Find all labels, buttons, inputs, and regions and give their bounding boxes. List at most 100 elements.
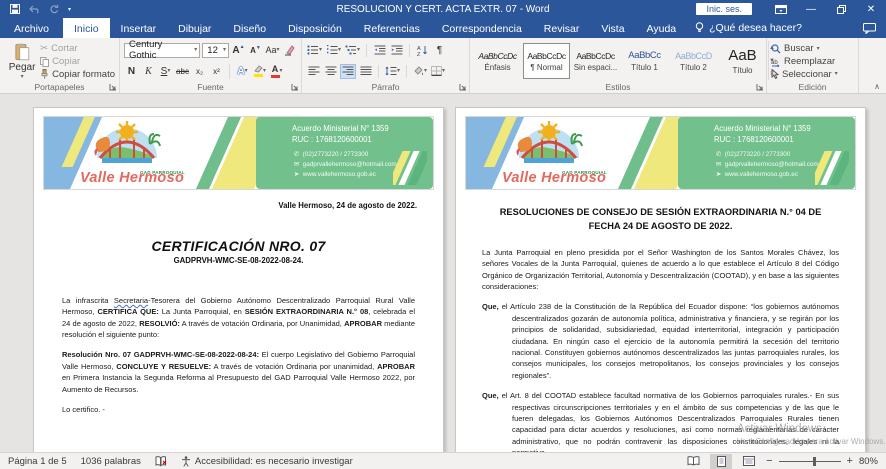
proofing-errors-icon[interactable] <box>155 456 167 467</box>
align-left-button[interactable] <box>306 64 321 79</box>
underline-button[interactable]: S▾ <box>158 64 173 79</box>
superscript-button[interactable]: x² <box>209 64 224 79</box>
multilevel-list-button[interactable]: ▾ <box>344 43 361 58</box>
portapapeles-label: Portapapeles <box>0 82 119 92</box>
minimize-button[interactable]: — <box>796 0 826 18</box>
highlight-color-button[interactable]: ▾ <box>252 64 267 79</box>
page-1[interactable]: Acuerdo Ministerial N° 1359 RUC : 176812… <box>33 107 444 452</box>
tab-referencias[interactable]: Referencias <box>353 18 431 38</box>
subscript-button[interactable]: x₂ <box>192 64 207 79</box>
resolutions-title: RESOLUCIONES DE CONSEJO DE SESIÓN EXTRAO… <box>490 206 831 234</box>
bold-button[interactable]: N <box>124 64 139 79</box>
tab-archivo[interactable]: Archivo <box>0 18 63 38</box>
redo-icon[interactable] <box>49 4 59 14</box>
tab-diseno[interactable]: Diseño <box>222 18 277 38</box>
gad-logo: Valle Hermoso GAD PARROQUIAL <box>500 118 626 190</box>
bullets-button[interactable]: ▾ <box>306 43 323 58</box>
customize-qat-icon[interactable]: ▾ <box>68 6 71 13</box>
numbering-button[interactable]: ▾ <box>325 43 342 58</box>
comments-icon[interactable] <box>863 18 886 38</box>
title-bar: ▾ RESOLUCION Y CERT. ACTA EXTR. 07 - Wor… <box>0 0 886 18</box>
justify-button[interactable] <box>358 64 373 79</box>
zoom-in-button[interactable]: + <box>847 455 853 467</box>
accessibility-status[interactable]: Accesibilidad: es necesario investigar <box>181 456 353 467</box>
style-titulo[interactable]: AaB Título <box>719 43 766 79</box>
style-enfasis[interactable]: AaBbCcDc Énfasis <box>474 43 521 79</box>
line-spacing-button[interactable]: ▾ <box>384 64 401 79</box>
zoom-out-button[interactable]: − <box>766 455 772 467</box>
style-titulo-2[interactable]: AaBbCcD Título 2 <box>670 43 717 79</box>
copy-button[interactable]: Copiar <box>40 56 115 68</box>
sort-button[interactable]: AZ <box>415 43 430 58</box>
tell-me-box[interactable]: ¿Qué desea hacer? <box>687 18 810 38</box>
italic-button[interactable]: K <box>141 64 156 79</box>
tab-revisar[interactable]: Revisar <box>533 18 591 38</box>
increase-indent-button[interactable] <box>389 43 404 58</box>
align-center-button[interactable] <box>323 64 338 79</box>
page2-body: La Junta Parroquial en pleno presidida p… <box>482 247 839 452</box>
date-line: Valle Hermoso, 24 de agosto de 2022. <box>60 200 417 212</box>
decrease-indent-button[interactable] <box>372 43 387 58</box>
find-button[interactable]: Buscar▾ <box>771 43 838 55</box>
group-estilos: AaBbCcDc Énfasis AaBbCcDc ¶ Normal AaBbC… <box>470 38 767 93</box>
page-indicator[interactable]: Página 1 de 5 <box>8 456 67 467</box>
page-2[interactable]: Acuerdo Ministerial N° 1359 RUC : 176812… <box>455 107 866 452</box>
restore-button[interactable] <box>826 0 856 18</box>
zoom-level[interactable]: 80% <box>859 456 878 467</box>
zoom-slider[interactable] <box>779 454 841 469</box>
undo-icon[interactable] <box>29 5 40 14</box>
tab-inicio[interactable]: Inicio <box>63 18 110 38</box>
shading-button[interactable]: ▾ <box>412 64 428 79</box>
change-case-button[interactable]: Aa▾ <box>265 43 280 58</box>
res-paragraph-intro: La Junta Parroquial en pleno presidida p… <box>482 247 839 293</box>
font-color-button[interactable]: A▾ <box>269 64 284 79</box>
show-marks-button[interactable]: ¶ <box>432 43 447 58</box>
read-mode-icon[interactable] <box>682 454 704 469</box>
paste-button[interactable]: Pegar ▾ <box>4 41 40 80</box>
word-count[interactable]: 1036 palabras <box>81 456 141 467</box>
align-right-button[interactable] <box>340 64 356 79</box>
envelope-icon: ✉ <box>714 160 723 170</box>
document-area[interactable]: Acuerdo Ministerial N° 1359 RUC : 176812… <box>0 95 886 452</box>
font-size-combo[interactable]: 12▾ <box>202 43 229 58</box>
web-layout-icon[interactable] <box>738 454 760 469</box>
copy-icon <box>40 57 49 67</box>
ribbon-display-options-icon[interactable] <box>766 0 796 18</box>
font-name-combo[interactable]: Century Gothic▾ <box>124 43 200 58</box>
cut-button[interactable]: ✂Cortar <box>40 43 115 55</box>
tab-insertar[interactable]: Insertar <box>110 18 168 38</box>
format-painter-button[interactable]: Copiar formato <box>40 68 115 80</box>
tab-dibujar[interactable]: Dibujar <box>167 18 222 38</box>
borders-button[interactable]: ▾ <box>430 64 446 79</box>
tab-correspondencia[interactable]: Correspondencia <box>431 18 533 38</box>
print-layout-icon[interactable] <box>710 454 732 469</box>
clipboard-icon <box>13 43 32 61</box>
collapse-ribbon-icon[interactable]: ∧ <box>874 82 880 91</box>
tab-ayuda[interactable]: Ayuda <box>636 18 688 38</box>
letterhead-mini-stripes <box>393 151 427 185</box>
pointer-icon: ➤ <box>714 170 723 180</box>
zoom-slider-thumb[interactable] <box>813 457 816 466</box>
tab-disposicion[interactable]: Disposición <box>277 18 353 38</box>
clear-formatting-icon[interactable] <box>282 43 297 58</box>
shrink-font-button[interactable]: A▼ <box>248 43 263 58</box>
sign-in-button[interactable]: Inic. ses. <box>696 3 752 15</box>
brand-gad-parroquial: GAD PARROQUIAL <box>140 170 185 175</box>
style-titulo-1[interactable]: AaBbCc Título 1 <box>621 43 668 79</box>
tab-vista[interactable]: Vista <box>590 18 635 38</box>
ribbon: Pegar ▾ ✂Cortar Copiar Copiar formato Po… <box>0 38 886 94</box>
svg-text:ab: ab <box>771 60 778 66</box>
select-button[interactable]: Seleccionar▾ <box>771 68 838 80</box>
strikethrough-button[interactable]: abc <box>175 64 190 79</box>
style-sin-espaciado[interactable]: AaBbCcDc Sin espaci... <box>572 43 619 79</box>
status-bar: Página 1 de 5 1036 palabras Accesibilida… <box>0 452 886 469</box>
style-normal[interactable]: AaBbCcDc ¶ Normal <box>523 43 570 79</box>
text-effects-button[interactable]: A▾ <box>235 64 250 79</box>
save-icon[interactable] <box>10 4 20 14</box>
replace-button[interactable]: abReemplazar <box>771 56 838 68</box>
close-button[interactable]: ✕ <box>856 0 886 18</box>
highlighter-icon <box>253 65 263 73</box>
parrafo-label: Párrafo <box>302 82 469 92</box>
group-parrafo: ▾ ▾ ▾ AZ ¶ ▾ ▾ ▾ Pár <box>302 38 470 93</box>
grow-font-button[interactable]: A▲ <box>231 43 246 58</box>
